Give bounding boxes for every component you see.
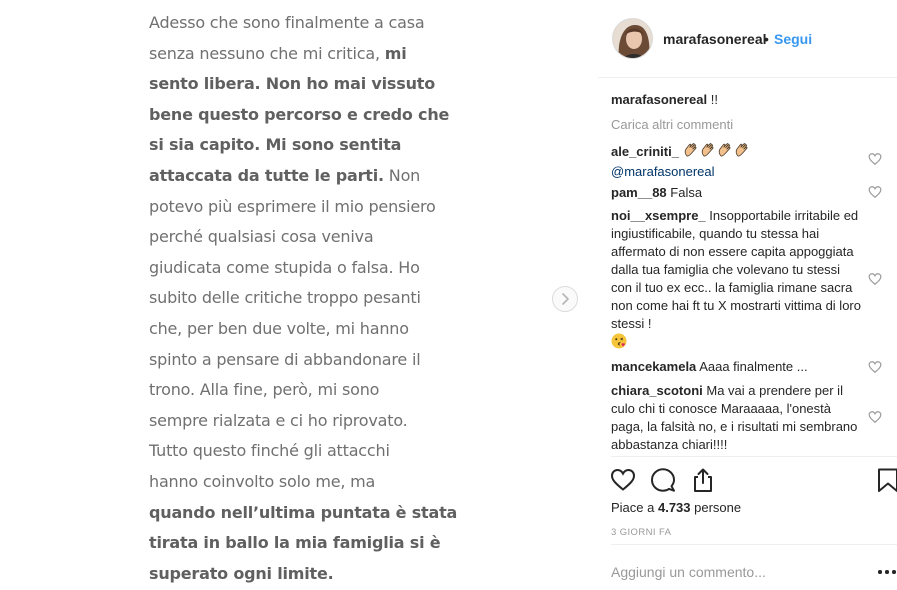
comment-mention[interactable]: @marafasonereal [611, 164, 715, 179]
divider [611, 544, 897, 545]
comment-item: ale_criniti_ @marafasonereal [611, 142, 866, 181]
header-separator: • [764, 31, 769, 47]
post-text-line: subito delle critiche troppo pesanti [149, 283, 449, 314]
post-text-segment: sempre rialzata e ci ho riprovato. [149, 410, 408, 430]
post-text-segment: senza nessuno che mi critica, [149, 43, 385, 63]
post-text-segment: superato ogni limite. [149, 563, 334, 583]
post-text-segment: che, per ben due volte, mi hanno [149, 318, 409, 338]
post-text-segment: subito delle critiche troppo pesanti [149, 288, 421, 308]
post-timestamp[interactable]: 3 GIORNI FA [611, 527, 671, 538]
caption-username[interactable]: marafasonereal [611, 92, 707, 107]
comment-username[interactable]: chiara_scotoni [611, 383, 703, 398]
comment-item: pam__88 Falsa [611, 184, 866, 202]
post-text-segment: giudicata come stupida o falsa. Ho [149, 257, 420, 277]
comment-username[interactable]: mancekamela [611, 359, 696, 374]
post-text-line: superato ogni limite. [149, 559, 449, 590]
post-text-segment: sento libera. Non ho mai vissuto [149, 74, 435, 94]
load-more-comments-button[interactable]: Carica altri commenti [611, 117, 733, 132]
clapping-hands-icon [734, 142, 750, 163]
next-slide-button[interactable] [552, 286, 578, 312]
caption: marafasonereal !! [611, 91, 866, 109]
post-text-segment: perché qualsiasi cosa veniva [149, 227, 374, 247]
follow-button[interactable]: Segui [774, 31, 812, 47]
post-text-line: si sia capito. Mi sono sentita [149, 130, 449, 161]
post-text-line: tirata in ballo la mia famiglia si è [149, 528, 449, 559]
post-text-segment: quando nell’ultima puntata è stata [149, 502, 458, 522]
comment-like-icon[interactable] [868, 410, 882, 424]
share-icon[interactable] [690, 467, 716, 493]
comment-like-icon[interactable] [868, 360, 882, 374]
post-text-segment: hanno coinvolto solo me, ma [149, 471, 376, 491]
post-text-line: Adesso che sono finalmente a casa [149, 8, 449, 39]
post-text-segment: si sia capito. Mi sono sentita [149, 135, 402, 155]
comment-icon[interactable] [650, 467, 676, 493]
post-text-line: sento libera. Non ho mai vissuto [149, 69, 449, 100]
comment-item: chiara_scotoni Ma vai a prendere per il … [611, 382, 859, 454]
post-sidebar: marafasonereal • Segui marafasonereal !!… [598, 0, 897, 590]
post-text-line: senza nessuno che mi critica, mi [149, 39, 449, 70]
add-comment-input[interactable] [611, 562, 861, 582]
post-text-line: attaccata da tutte le parti. Non [149, 161, 449, 192]
clapping-hands-icon [683, 142, 699, 163]
header-username[interactable]: marafasonereal [663, 31, 767, 47]
comment-like-icon[interactable] [868, 272, 882, 286]
post-text-segment: Non [383, 165, 421, 185]
post-text-line: hanno coinvolto solo me, ma [149, 467, 449, 498]
comment-text: Falsa [670, 185, 703, 200]
post-text: Adesso che sono finalmente a casa senza n… [149, 8, 457, 590]
post-text-line: che, per ben due volte, mi hanno [149, 314, 449, 345]
likes-count[interactable]: Piace a 4.733 persone [611, 500, 741, 515]
more-options-icon[interactable] [878, 566, 896, 578]
bookmark-icon[interactable] [877, 467, 897, 493]
post-text-segment: potevo più esprimere il mio pensiero [149, 196, 436, 216]
divider [611, 456, 897, 457]
post-text-line: giudicata come stupida o falsa. Ho [149, 253, 449, 284]
clapping-hands-icon [700, 142, 716, 163]
comment-like-icon[interactable] [868, 152, 882, 166]
post-header: marafasonereal • Segui [598, 0, 897, 78]
clapping-hands-icon [717, 142, 733, 163]
comment-text: Aaaa finalmente ... [699, 359, 808, 374]
heart-icon[interactable] [610, 467, 636, 493]
caption-text: !! [710, 92, 718, 107]
comment-username[interactable]: ale_criniti_ [611, 144, 679, 159]
post-text-segment: spinto a pensare di abbandonare il [149, 349, 421, 369]
avatar-image [613, 19, 652, 58]
post-text-line: sempre rialzata e ci ho riprovato. [149, 406, 449, 437]
post-text-segment: Adesso che sono finalmente a casa [149, 13, 425, 32]
comment-like-icon[interactable] [868, 185, 882, 199]
post-text-segment: mi [384, 43, 407, 63]
post-text-segment: trono. Alla fine, però, mi sono [149, 380, 380, 400]
post-text-line: quando nell’ultima puntata è stata [149, 498, 457, 529]
likes-prefix: Piace a [611, 500, 658, 515]
comment-item: mancekamela Aaaa finalmente ... [611, 358, 866, 376]
avatar[interactable] [612, 18, 653, 59]
post-text-line: Tutto questo finché gli attacchi [149, 436, 449, 467]
comment-text: Insopportabile irritabile ed ingiustific… [611, 208, 861, 331]
post-text-line: perché qualsiasi cosa veniva [149, 222, 449, 253]
likes-suffix: persone [690, 500, 742, 515]
comment-emoji-row [683, 143, 751, 159]
likes-number: 4.733 [657, 500, 691, 515]
chevron-right-icon [562, 293, 569, 305]
comment-username[interactable]: pam__88 [611, 185, 667, 200]
post-text-line: trono. Alla fine, però, mi sono [149, 375, 449, 406]
post-text-line: potevo più esprimere il mio pensiero [149, 192, 449, 223]
post-text-segment: attaccata da tutte le parti. [149, 165, 384, 185]
post-text-segment: tirata in ballo la mia famiglia si è [149, 533, 441, 553]
comment-item: noi__xsempre_ Insopportabile irritabile … [611, 207, 861, 354]
post-text-line: spinto a pensare di abbandonare il [149, 345, 449, 376]
post-image: Adesso che sono finalmente a casa senza n… [0, 0, 598, 590]
post-text-segment: bene questo percorso e credo che [149, 104, 450, 124]
post-text-segment: Tutto questo finché gli attacchi [149, 441, 390, 461]
post-text-line: bene questo percorso e credo che [149, 100, 449, 131]
kissing-face-icon [611, 333, 627, 354]
comment-username[interactable]: noi__xsempre_ [611, 208, 706, 223]
